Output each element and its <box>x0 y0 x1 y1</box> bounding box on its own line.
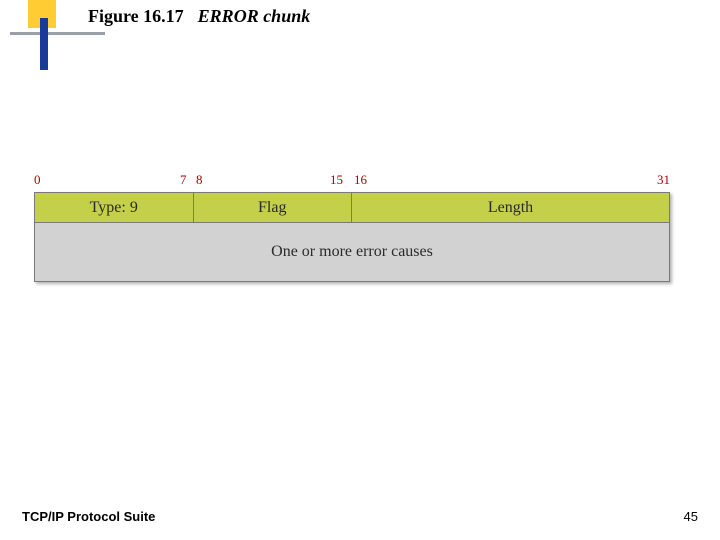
bit-0: 0 <box>34 172 41 188</box>
field-type: Type: 9 <box>35 193 194 223</box>
figure-number: Figure 16.17 <box>88 6 184 27</box>
field-length: Length <box>352 193 669 223</box>
packet-table: Type: 9 Flag Length One or more error ca… <box>34 192 670 282</box>
bit-31: 31 <box>657 172 670 188</box>
slide-logo <box>10 0 66 72</box>
figure-title: Figure 16.17 ERROR chunk <box>88 6 310 27</box>
field-flag: Flag <box>194 193 353 223</box>
logo-vbar-icon <box>40 18 48 70</box>
figure-caption: ERROR chunk <box>198 6 311 27</box>
footer-text: TCP/IP Protocol Suite <box>22 509 155 524</box>
header-row: Type: 9 Flag Length <box>35 193 669 223</box>
page-number: 45 <box>684 509 698 524</box>
bit-8: 8 <box>196 172 203 188</box>
field-body: One or more error causes <box>35 223 669 281</box>
bit-16: 16 <box>354 172 367 188</box>
logo-hline-icon <box>10 32 105 35</box>
bit-7: 7 <box>180 172 187 188</box>
bit-offset-labels: 0 7 8 15 16 31 <box>34 172 670 192</box>
bit-15: 15 <box>330 172 343 188</box>
packet-diagram: 0 7 8 15 16 31 Type: 9 Flag Length One o… <box>34 172 670 282</box>
